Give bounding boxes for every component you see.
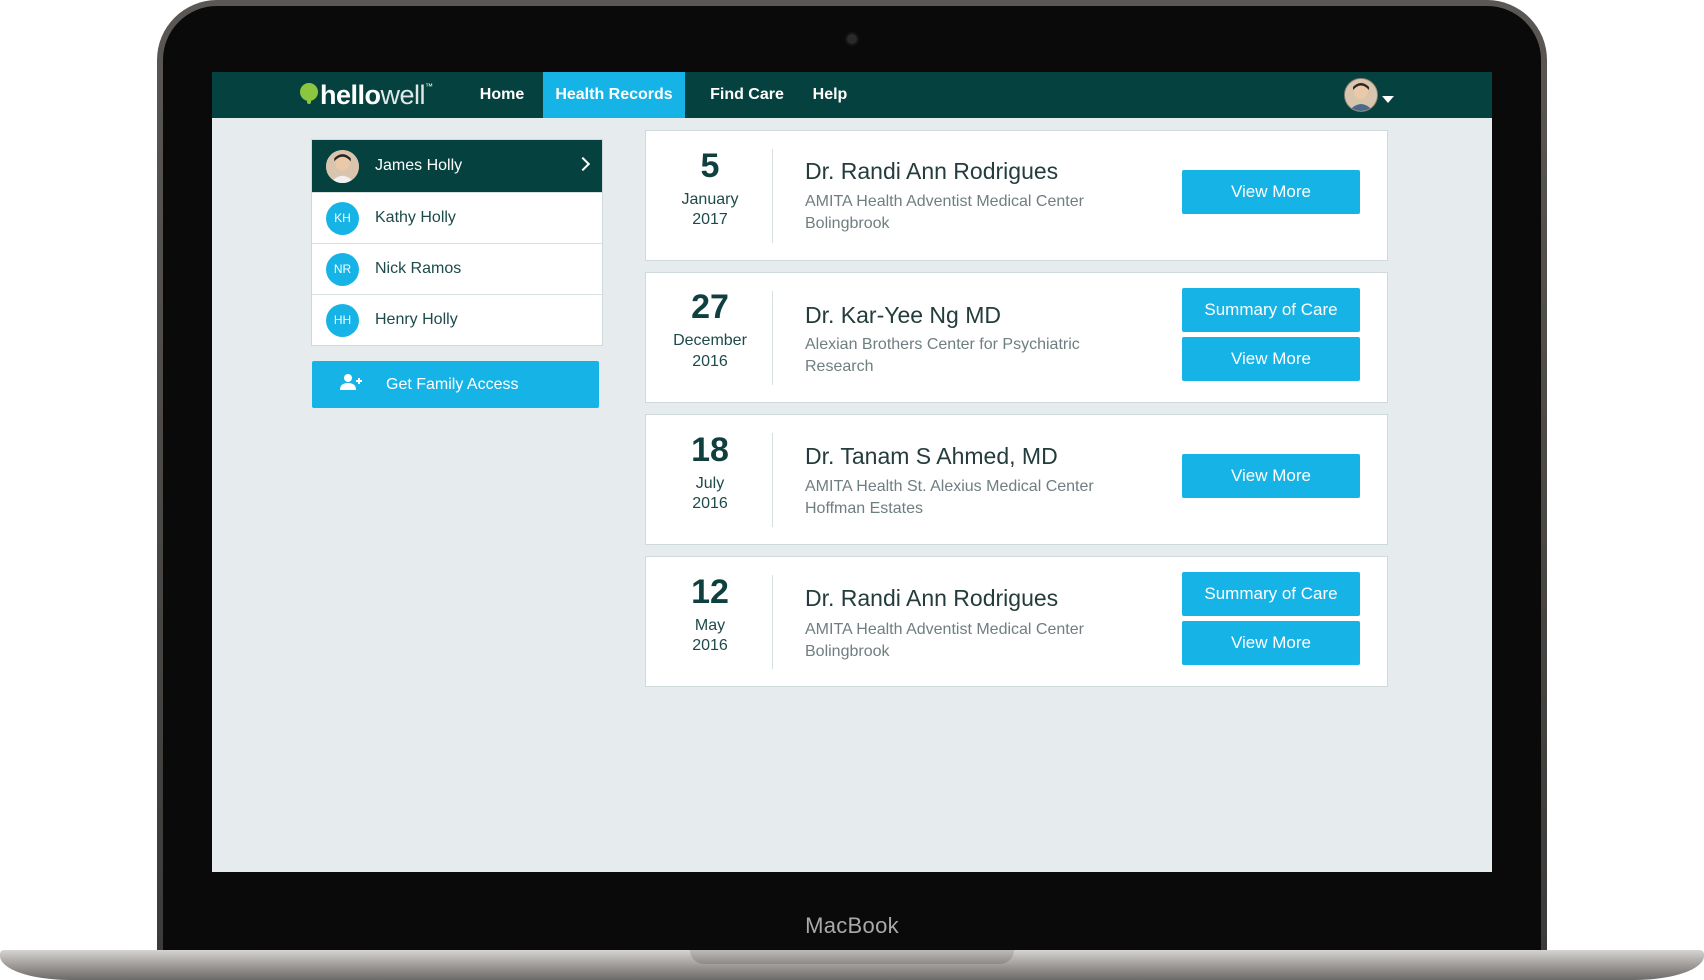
top-navbar: hellowell ™ Home Health Records Find Car…	[212, 72, 1492, 118]
visit-day: 27	[691, 288, 729, 326]
divider	[772, 575, 773, 669]
logo-text-bold: hello	[320, 79, 381, 110]
device-label: MacBook	[805, 913, 899, 938]
view-more-button[interactable]: View More	[1182, 337, 1360, 381]
doctor-name: Dr. Randi Ann Rodrigues	[805, 585, 1059, 611]
member-name: Nick Ramos	[375, 260, 462, 277]
doctor-name: Dr. Kar-Yee Ng MD	[805, 302, 1001, 328]
visit-date: 12 May 2016	[646, 557, 774, 686]
initials-avatar: NR	[326, 252, 359, 286]
visit-month: July	[695, 475, 725, 492]
facility-name: Alexian Brothers Center for Psychiatric …	[805, 334, 1105, 378]
laptop-base-notch	[690, 950, 1014, 964]
speech-bubble-icon	[300, 83, 318, 104]
divider	[772, 433, 773, 527]
summary-of-care-button[interactable]: Summary of Care	[1182, 572, 1360, 616]
visit-year: 2016	[692, 353, 728, 370]
visit-card: 12 May 2016 Dr. Randi Ann Rodrigues AMIT…	[645, 556, 1388, 687]
view-more-button[interactable]: View More	[1182, 454, 1360, 498]
visit-year: 2016	[692, 495, 728, 512]
initials-avatar: KH	[326, 201, 359, 235]
divider	[772, 149, 773, 243]
visit-month: December	[673, 332, 747, 349]
facility-name: AMITA Health St. Alexius Medical Center …	[805, 476, 1105, 520]
visit-card: 18 July 2016 Dr. Tanam S Ahmed, MD AMITA…	[645, 414, 1388, 545]
logo-text-light: well	[380, 79, 426, 110]
family-member-list: James Holly KH Kathy Holly NR Nick Ramos…	[311, 139, 603, 346]
nav-help[interactable]: Help	[802, 72, 858, 118]
facility-line-2: Research	[805, 358, 874, 375]
member-name: Kathy Holly	[375, 209, 456, 226]
caret-down-icon[interactable]	[1382, 96, 1394, 103]
visit-month: May	[694, 617, 726, 634]
visit-card: 5 January 2017 Dr. Randi Ann Rodrigues A…	[645, 130, 1388, 261]
visit-year: 2016	[692, 637, 728, 654]
logo-text: hellowell	[320, 79, 426, 111]
family-member-nick-ramos[interactable]: NR Nick Ramos	[312, 243, 602, 294]
visit-year: 2017	[692, 211, 728, 228]
summary-of-care-button[interactable]: Summary of Care	[1182, 288, 1360, 332]
member-name: James Holly	[375, 157, 463, 174]
facility-line-1: AMITA Health St. Alexius Medical Center	[805, 478, 1094, 495]
nav-health-records[interactable]: Health Records	[543, 72, 685, 118]
facility-line-1: Alexian Brothers Center for Psychiatric	[805, 336, 1080, 353]
visit-date: 27 December 2016	[646, 273, 774, 402]
nav-find-care[interactable]: Find Care	[702, 72, 792, 118]
visit-date: 5 January 2017	[646, 131, 774, 260]
avatar	[326, 149, 359, 183]
get-family-access-button[interactable]: Get Family Access	[312, 361, 599, 408]
family-member-james-holly[interactable]: James Holly	[312, 140, 602, 192]
family-member-henry-holly[interactable]: HH Henry Holly	[312, 294, 602, 345]
family-member-kathy-holly[interactable]: KH Kathy Holly	[312, 192, 602, 243]
app-logo[interactable]: hellowell ™	[300, 80, 433, 110]
member-name: Henry Holly	[375, 311, 458, 328]
doctor-name: Dr. Tanam S Ahmed, MD	[805, 443, 1058, 469]
user-avatar[interactable]	[1344, 78, 1378, 112]
facility-line-1: AMITA Health Adventist Medical Center	[805, 193, 1084, 210]
facility-line-2: Bolingbrook	[805, 643, 890, 660]
facility-name: AMITA Health Adventist Medical Center Bo…	[805, 191, 1105, 235]
visit-day: 5	[700, 147, 720, 185]
visit-month: January	[681, 191, 739, 208]
nav-home[interactable]: Home	[464, 72, 540, 118]
view-more-button[interactable]: View More	[1182, 621, 1360, 665]
trademark-mark: ™	[425, 82, 434, 91]
facility-line-2: Hoffman Estates	[805, 500, 923, 517]
facility-line-1: AMITA Health Adventist Medical Center	[805, 621, 1084, 638]
divider	[772, 291, 773, 385]
camera-icon	[847, 34, 857, 44]
visit-day: 18	[691, 431, 729, 469]
facility-line-2: Bolingbrook	[805, 215, 890, 232]
view-more-button[interactable]: View More	[1182, 170, 1360, 214]
initials-avatar: HH	[326, 303, 359, 337]
visit-day: 12	[691, 573, 729, 611]
visit-card: 27 December 2016 Dr. Kar-Yee Ng MD Alexi…	[645, 272, 1388, 403]
facility-name: AMITA Health Adventist Medical Center Bo…	[805, 619, 1105, 663]
doctor-name: Dr. Randi Ann Rodrigues	[805, 158, 1059, 184]
app-screen: hellowell ™ Home Health Records Find Car…	[212, 72, 1492, 872]
add-user-icon	[340, 374, 362, 395]
visit-date: 18 July 2016	[646, 415, 774, 544]
get-family-access-label: Get Family Access	[386, 375, 519, 393]
chevron-right-icon	[575, 156, 591, 172]
